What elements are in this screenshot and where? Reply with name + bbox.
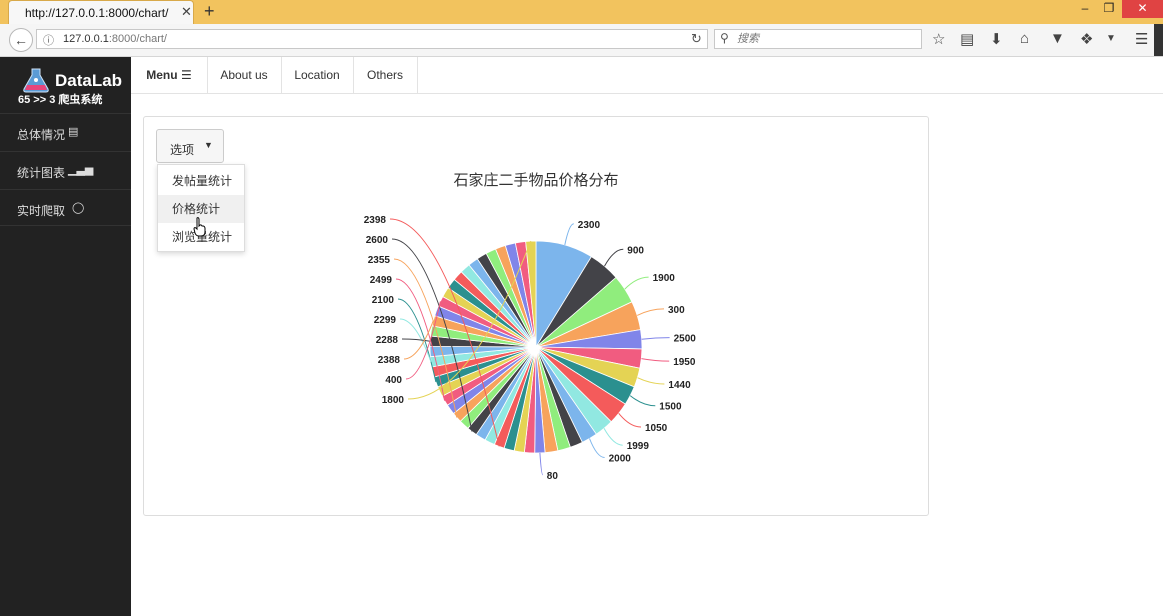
slice-label: 2288 xyxy=(376,335,399,346)
star-icon[interactable]: ☆ xyxy=(932,30,945,48)
slice-label: 2100 xyxy=(372,295,395,306)
leader-line xyxy=(637,377,665,385)
lightbulb-icon: ◯ xyxy=(72,202,85,214)
slice-label: 2499 xyxy=(370,275,393,286)
browser-nav-bar: ← ⓘ 127.0.0.1:8000/chart/ ↻ ⚲ ☆ ▤ ⬇ ⌂ ▼ … xyxy=(0,24,1163,57)
list-icon: ▤ xyxy=(68,126,79,138)
slice-label: 1800 xyxy=(382,395,405,406)
leader-line xyxy=(641,358,670,362)
url-text: 127.0.0.1:8000/chart/ xyxy=(63,33,167,45)
nav-about-us[interactable]: About us xyxy=(207,57,282,93)
leader-line xyxy=(589,438,605,459)
nav-others[interactable]: Others xyxy=(353,57,418,93)
minimize-icon[interactable]: – xyxy=(1072,0,1098,18)
sidebar-item-label: 实时爬取 xyxy=(17,204,66,218)
leader-line xyxy=(603,428,623,446)
new-tab-button[interactable]: + xyxy=(204,1,215,22)
caret-down-icon: ▼ xyxy=(204,140,213,150)
restore-icon[interactable]: ❐ xyxy=(1096,0,1122,18)
slice-label: 2000 xyxy=(609,454,632,465)
leader-line xyxy=(618,412,642,428)
slice-label: 2600 xyxy=(366,235,389,246)
leader-line xyxy=(629,395,656,407)
home-icon[interactable]: ⌂ xyxy=(1020,30,1029,47)
slice-label: 1500 xyxy=(659,402,682,413)
reload-icon[interactable]: ↻ xyxy=(691,31,702,47)
extension-icon[interactable]: ❖ xyxy=(1080,30,1093,48)
browser-tab[interactable]: http://127.0.0.1:8000/chart/ ✕ xyxy=(8,0,194,24)
slice-label: 400 xyxy=(385,375,402,386)
menu-label: Menu xyxy=(146,68,178,82)
slice-label: 1900 xyxy=(653,273,676,284)
logo-subtitle: 65 >> 3 爬虫系统 xyxy=(18,94,103,106)
window-edge xyxy=(1154,24,1163,56)
url-path: :8000/chart/ xyxy=(108,33,167,45)
options-dropdown-button[interactable]: 选项 ▼ xyxy=(156,129,224,163)
hamburger-icon: ☰ xyxy=(180,68,192,82)
slice-label: 900 xyxy=(627,245,644,256)
bar-chart-icon: ▁▃▅ xyxy=(68,164,94,176)
tab-close-icon[interactable]: ✕ xyxy=(181,4,192,20)
sidebar: DataLab 65 >> 3 爬虫系统 总体情况 ▤ 统计图表 ▁▃▅ 实时爬… xyxy=(0,57,131,616)
logo-text: DataLab xyxy=(55,71,123,90)
leader-line xyxy=(539,452,544,476)
pie-chart: 石家庄二手物品价格分布 2300 900 1900 300 2500 1950 1440 15… xyxy=(364,171,697,482)
slice-label: 2500 xyxy=(674,334,697,345)
slice-label: 1950 xyxy=(673,357,696,368)
slice-label: 2398 xyxy=(364,215,387,226)
tab-title: http://127.0.0.1:8000/chart/ xyxy=(25,6,169,20)
search-icon: ⚲ xyxy=(720,31,729,45)
slice-label: 300 xyxy=(668,305,685,316)
info-icon[interactable]: ⓘ xyxy=(43,32,54,48)
back-arrow-icon[interactable]: ← xyxy=(9,28,33,52)
url-host: 127.0.0.1 xyxy=(63,33,109,45)
download-icon[interactable]: ⬇ xyxy=(990,30,1003,48)
dropdown-label: 选项 xyxy=(170,143,195,157)
leader-line xyxy=(564,223,574,246)
menu-item-post-count[interactable]: 发帖量统计 xyxy=(158,167,244,195)
url-bar[interactable]: ⓘ 127.0.0.1:8000/chart/ ↻ xyxy=(36,29,708,49)
chart-panel: 石家庄二手物品价格分布 2300 900 1900 300 2500 1950 1440 15… xyxy=(143,116,929,516)
slice-label: 1999 xyxy=(627,441,650,452)
search-input[interactable] xyxy=(737,32,917,46)
leader-line xyxy=(641,337,670,340)
leader-line xyxy=(624,276,649,290)
browser-tab-bar: http://127.0.0.1:8000/chart/ ✕ + – ❐ ✕ xyxy=(0,0,1163,24)
search-box[interactable]: ⚲ xyxy=(714,29,922,49)
slice-label: 2300 xyxy=(578,220,601,231)
sidebar-item-label: 总体情况 xyxy=(17,128,66,142)
leader-line xyxy=(401,338,431,342)
slice-label: 80 xyxy=(547,471,559,482)
sidebar-item-realtime[interactable]: 实时爬取 ◯ xyxy=(0,189,131,226)
nav-location[interactable]: Location xyxy=(281,57,354,93)
window-close-icon[interactable]: ✕ xyxy=(1122,0,1163,18)
top-nav: Menu ☰ About us Location Others xyxy=(131,57,1163,94)
slice-label: 2355 xyxy=(368,255,391,266)
hamburger-icon[interactable]: ☰ xyxy=(1135,30,1148,48)
menu-button[interactable]: Menu ☰ xyxy=(131,57,208,93)
slice-label: 1050 xyxy=(645,423,668,434)
pocket-icon[interactable]: ▼ xyxy=(1050,30,1065,47)
reader-icon[interactable]: ▤ xyxy=(960,30,974,48)
hand-cursor-icon xyxy=(193,217,206,237)
slice-label: 2299 xyxy=(374,315,397,326)
slice-label: 1440 xyxy=(668,380,691,391)
sidebar-item-overview[interactable]: 总体情况 ▤ xyxy=(0,113,131,150)
sidebar-item-label: 统计图表 xyxy=(17,166,66,180)
dropdown-menu: 发帖量统计 价格统计 浏览量统计 xyxy=(157,164,245,252)
leader-line xyxy=(604,248,624,267)
slice-label: 2388 xyxy=(378,355,401,366)
chart-title: 石家庄二手物品价格分布 xyxy=(453,171,618,189)
sidebar-item-charts[interactable]: 统计图表 ▁▃▅ xyxy=(0,151,131,188)
flask-logo-icon xyxy=(23,68,49,93)
leader-line xyxy=(636,308,665,316)
chevron-down-icon[interactable]: ▼ xyxy=(1106,33,1116,44)
